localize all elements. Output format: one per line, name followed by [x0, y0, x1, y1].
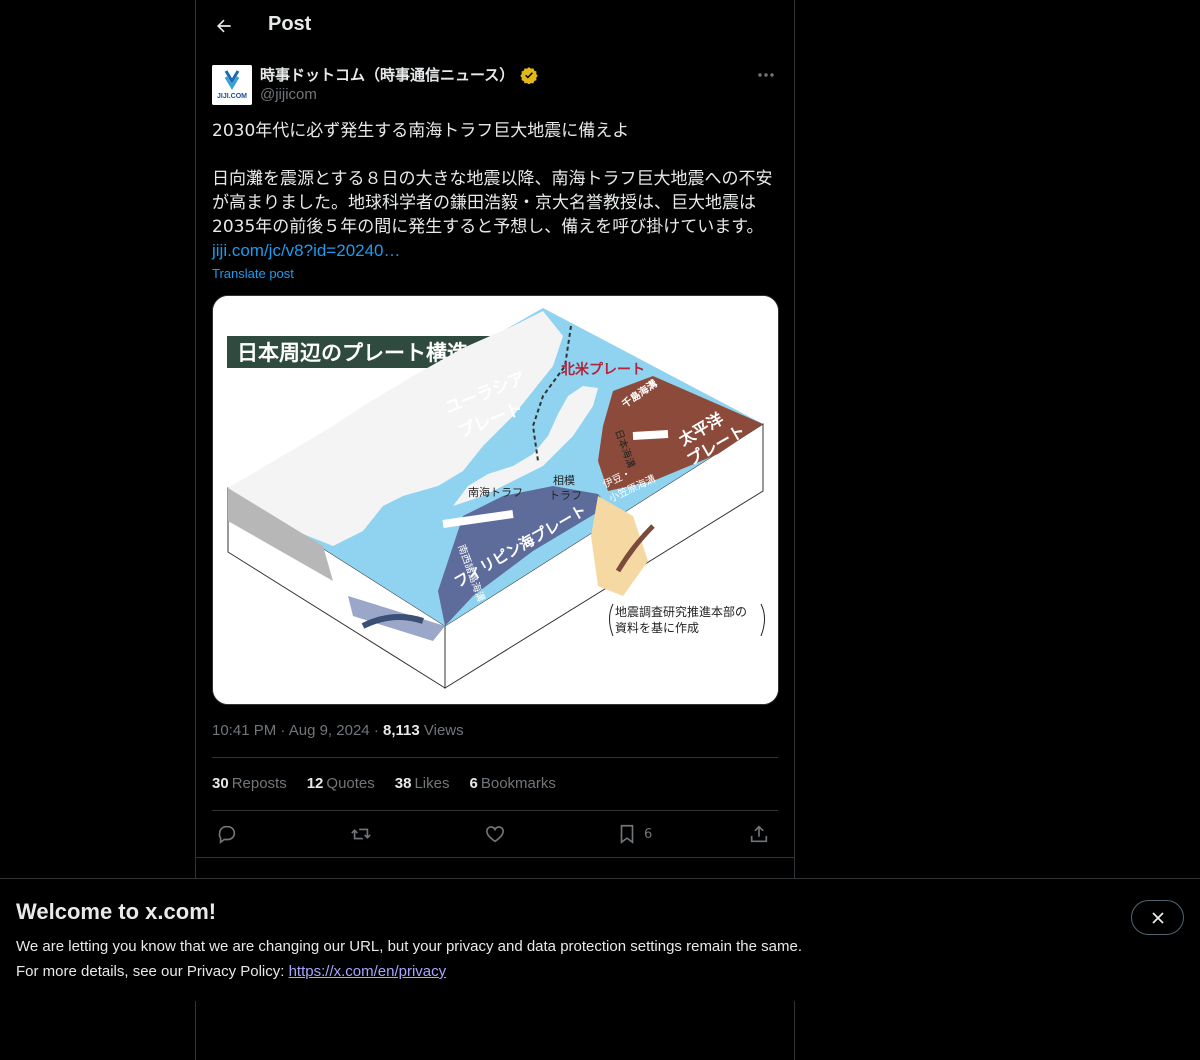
avatar[interactable]: JIJI.COM [212, 65, 252, 105]
map-title: 日本周辺のプレート構造 [237, 341, 469, 365]
banner-title: Welcome to x.com! [16, 899, 217, 924]
translate-post-link[interactable]: Translate post [212, 266, 294, 281]
back-button[interactable] [210, 12, 238, 40]
share-button[interactable] [748, 822, 770, 846]
heart-icon [485, 826, 505, 843]
label-north-america: 北米プレート [561, 361, 645, 378]
views-label: Views [423, 722, 464, 739]
action-bar: 6 [212, 818, 778, 850]
post-header: Post [196, 0, 794, 54]
post-text-line: 2035年の前後５年の間に発生すると予想し、備えを呼び掛けています。 [212, 217, 764, 237]
bookmark-icon [620, 824, 634, 844]
label-source-2: 資料を基に作成 [615, 621, 699, 635]
more-options-button[interactable] [752, 64, 780, 86]
close-icon [1151, 911, 1164, 924]
author-name[interactable]: 時事ドットコム（時事通信ニュース） [260, 64, 538, 85]
like-button[interactable] [484, 822, 506, 846]
quotes-stat[interactable]: 12 Quotes [307, 775, 375, 792]
reply-icon [218, 825, 236, 844]
divider [196, 857, 794, 858]
close-banner-button[interactable] [1131, 900, 1184, 935]
banner-line-prefix: For more details, see our Privacy Policy… [16, 963, 289, 980]
label-sagami: 相模 [553, 474, 575, 487]
post-link[interactable]: jiji.com/jc/v8?id=20240… [212, 241, 401, 260]
post-text: 2030年代に必ず発生する南海トラフ巨大地震に備えよ 日向灘を震源とする８日の大… [212, 119, 778, 263]
post-text-line: が高まりました。地球科学者の鎌田浩毅・京大名誉教授は、巨大地震は [212, 193, 756, 213]
label-nankai: 南海トラフ [468, 485, 523, 499]
bookmark-count: 6 [644, 826, 653, 842]
repost-icon [351, 828, 371, 840]
views-count: 8,113 [382, 722, 420, 739]
author-name-text[interactable]: 時事ドットコム（時事通信ニュース） [260, 64, 514, 85]
banner-line: We are letting you know that we are chan… [16, 938, 802, 955]
svg-text:JIJI.COM: JIJI.COM [217, 93, 247, 100]
reply-button[interactable] [216, 822, 238, 846]
engagement-stats: 30 Reposts 12 Quotes 38 Likes 6 Bookmarks [212, 775, 556, 792]
likes-stat[interactable]: 38 Likes [395, 775, 450, 792]
more-dots-icon [758, 73, 774, 77]
post-meta: 10:41 PM · Aug 9, 2024 · 8,113 Views [212, 722, 464, 739]
welcome-banner: Welcome to x.com! We are letting you kno… [0, 878, 1200, 1001]
reposts-stat[interactable]: 30 Reposts [212, 775, 287, 792]
jiji-logo-icon: JIJI.COM [212, 65, 252, 105]
post-text-line: 日向灘を震源とする８日の大きな地震以降、南海トラフ巨大地震への不安 [212, 169, 773, 189]
author-handle[interactable]: @jijicom [260, 86, 317, 103]
plate-structure-map: 日本周辺のプレート構造 ユーラシア プレート 北米プレート 太平洋 プレート フ… [213, 296, 778, 704]
label-sagami-trough: トラフ [549, 489, 582, 502]
post-image[interactable]: 日本周辺のプレート構造 ユーラシア プレート 北米プレート 太平洋 プレート フ… [212, 295, 779, 705]
share-icon [750, 825, 768, 843]
post-date[interactable]: Aug 9, 2024 [289, 722, 370, 739]
bookmarks-stat[interactable]: 6 Bookmarks [470, 775, 556, 792]
verified-badge-icon [520, 66, 538, 84]
divider [212, 757, 778, 758]
divider [212, 810, 778, 811]
bookmark-button[interactable]: 6 [616, 822, 652, 846]
post-text-line: 2030年代に必ず発生する南海トラフ巨大地震に備えよ [212, 121, 630, 141]
privacy-policy-link[interactable]: https://x.com/en/privacy [289, 963, 447, 980]
label-source: 地震調査研究推進本部の [615, 604, 747, 619]
arrow-left-icon [216, 19, 231, 33]
page-title: Post [268, 13, 312, 35]
banner-text: We are letting you know that we are chan… [16, 934, 802, 984]
post-time[interactable]: 10:41 PM [212, 722, 276, 739]
repost-button[interactable] [350, 822, 372, 846]
